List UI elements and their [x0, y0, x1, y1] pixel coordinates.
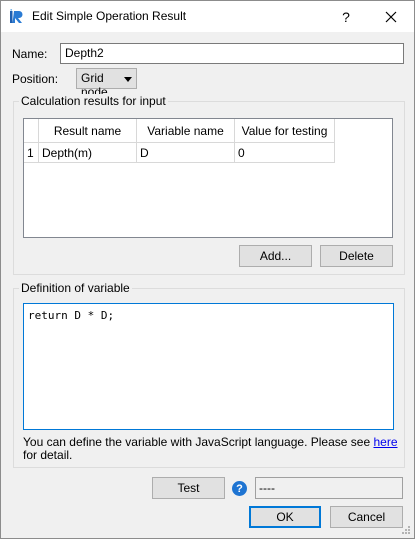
cancel-button[interactable]: Cancel [330, 506, 403, 528]
calc-results-table[interactable]: Result name Variable name Value for test… [23, 118, 393, 238]
column-header-result-name[interactable]: Result name [39, 119, 137, 143]
position-select[interactable]: Grid node [76, 68, 137, 99]
table-corner-header [24, 119, 39, 143]
name-input[interactable]: Depth2 [60, 43, 404, 64]
calc-results-title: Calculation results for input [19, 94, 168, 108]
column-header-value-testing[interactable]: Value for testing [235, 119, 335, 143]
test-button[interactable]: Test [152, 477, 225, 499]
info-text-main: You can define the variable with JavaScr… [23, 435, 374, 449]
test-result-field: ---- [255, 477, 403, 499]
close-icon [385, 11, 397, 22]
title-bar[interactable]: Edit Simple Operation Result ? [1, 1, 414, 32]
delete-button[interactable]: Delete [320, 245, 393, 267]
help-title-button[interactable]: ? [331, 1, 361, 32]
name-label: Name: [12, 47, 48, 61]
column-header-variable-name[interactable]: Variable name [137, 119, 235, 143]
resize-grip-icon[interactable] [401, 525, 411, 535]
close-button[interactable] [373, 1, 409, 32]
info-text-end: for detail. [23, 448, 73, 462]
position-label: Position: [12, 72, 59, 86]
cell-value-testing[interactable]: 0 [235, 143, 335, 163]
cell-result-name[interactable]: Depth(m) [39, 143, 137, 163]
ok-button[interactable]: OK [249, 506, 321, 528]
dialog-window: Edit Simple Operation Result ? Name: Dep… [0, 0, 415, 539]
question-icon[interactable]: ? [232, 481, 247, 496]
add-button[interactable]: Add... [239, 245, 312, 267]
code-editor[interactable]: return D * D; [23, 303, 394, 430]
info-text: You can define the variable with JavaScr… [23, 436, 398, 462]
window-title: Edit Simple Operation Result [32, 9, 187, 23]
chevron-down-icon [124, 77, 132, 82]
cell-variable-name[interactable]: D [137, 143, 235, 163]
help-link[interactable]: here [373, 435, 397, 449]
row-index[interactable]: 1 [24, 143, 39, 163]
app-icon [10, 9, 23, 23]
definition-title: Definition of variable [19, 281, 132, 295]
